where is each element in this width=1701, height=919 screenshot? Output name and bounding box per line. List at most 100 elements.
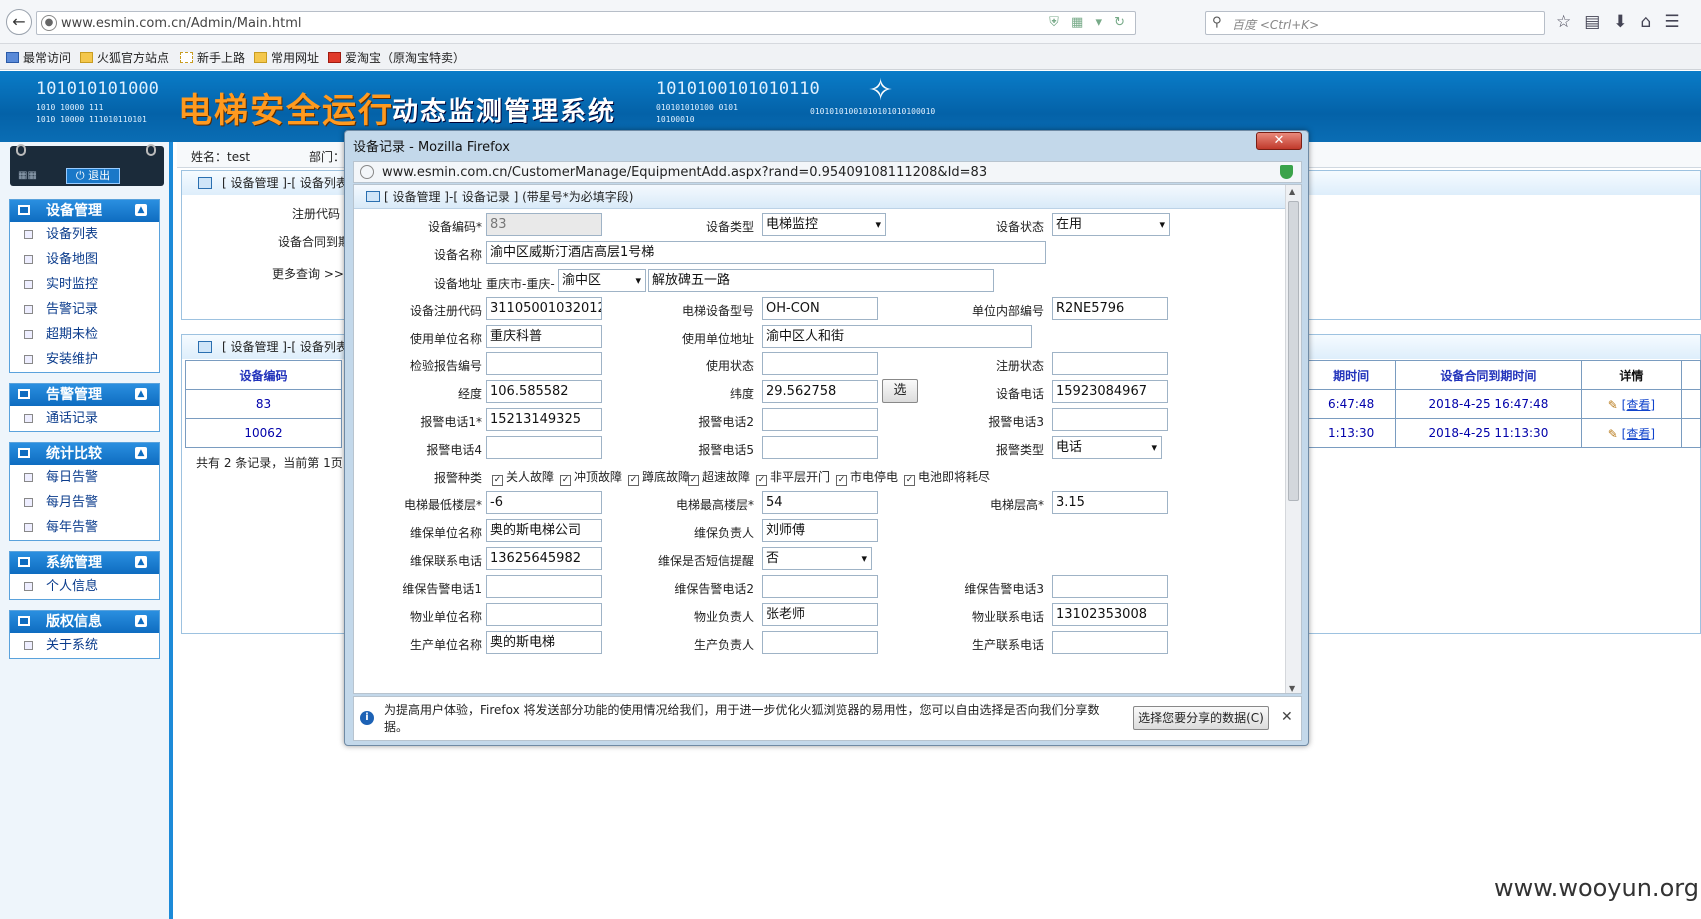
sidebar-item-install[interactable]: 安装维护 — [10, 347, 159, 372]
section-header[interactable]: 统计比较 ▲ — [10, 443, 159, 465]
item-icon — [24, 305, 33, 314]
section-header[interactable]: 设备管理 ▲ — [10, 200, 159, 222]
input-lat[interactable]: 29.562758 — [762, 380, 878, 403]
table-row-code[interactable]: 83 — [185, 389, 342, 419]
sidebar-item-call-record[interactable]: 通话记录 — [10, 406, 159, 431]
input-alarm3[interactable] — [1052, 408, 1168, 431]
label-max-floor: 电梯最高楼层* — [675, 498, 754, 512]
pick-location-button[interactable]: 选 — [882, 379, 918, 403]
col-code-header[interactable]: 设备编码 — [185, 360, 342, 390]
select-maint-sms[interactable]: 否 — [762, 547, 872, 570]
select-district[interactable]: 渝中区 — [558, 269, 646, 292]
input-maint-unit[interactable]: 奥的斯电梯公司 — [486, 519, 602, 542]
pencil-icon[interactable]: ✎ — [1608, 398, 1618, 412]
logout-button[interactable]: ⏻ 退出 — [66, 168, 120, 184]
input-reg-state[interactable] — [1052, 352, 1168, 375]
collapse-icon[interactable]: ▲ — [135, 556, 147, 568]
table-cell-empty — [1681, 389, 1701, 419]
more-query-link[interactable]: 更多查询 >> — [272, 265, 344, 282]
table-cell-contract: 2018-4-25 16:47:48 — [1395, 389, 1582, 419]
input-prod-phone[interactable] — [1052, 631, 1168, 654]
bookmark-common-sites[interactable]: 常用网址 — [254, 49, 319, 66]
input-maint-phone[interactable]: 13625645982 — [486, 547, 602, 570]
input-alarm1[interactable]: 15213149325 — [486, 408, 602, 431]
section-header[interactable]: 告警管理 ▲ — [10, 384, 159, 406]
select-type[interactable]: 电梯监控 — [762, 213, 886, 236]
sidebar-item-alarm-record[interactable]: 告警记录 — [10, 297, 159, 322]
view-link[interactable]: [查看] — [1622, 427, 1655, 441]
input-code[interactable]: 83 — [486, 213, 602, 236]
close-button[interactable]: ✕ — [1256, 132, 1302, 150]
checkbox-power[interactable]: ✓ 市电停电 — [836, 468, 898, 486]
table-row-code[interactable]: 10062 — [185, 418, 342, 448]
share-data-button[interactable]: 选择您要分享的数据(C) — [1133, 706, 1269, 730]
sidebar-item-device-map[interactable]: 设备地图 — [10, 247, 159, 272]
input-report-no[interactable] — [486, 352, 602, 375]
input-use-state[interactable] — [762, 352, 878, 375]
address-bar-icons[interactable]: ⛨ ▦ ▾ ↻ — [1049, 15, 1129, 30]
checkbox-battery[interactable]: ✓ 电池即将耗尽 — [904, 468, 990, 486]
sidebar-item-overdue[interactable]: 超期未检 — [10, 322, 159, 347]
input-max-floor[interactable]: 54 — [762, 491, 878, 514]
input-prop-phone[interactable]: 13102353008 — [1052, 603, 1168, 626]
select-state[interactable]: 在用 — [1052, 213, 1170, 236]
sidebar-item-realtime[interactable]: 实时监控 — [10, 272, 159, 297]
input-name[interactable]: 渝中区威斯汀酒店高层1号梯 — [486, 241, 1046, 264]
input-maint-a3[interactable] — [1052, 575, 1168, 598]
input-floor-h[interactable]: 3.15 — [1052, 491, 1168, 514]
scroll-up-icon[interactable]: ▲ — [1289, 187, 1295, 196]
collapse-icon[interactable]: ▲ — [135, 447, 147, 459]
sidebar-item-monthly[interactable]: 每月告警 — [10, 490, 159, 515]
input-lng[interactable]: 106.585582 — [486, 380, 602, 403]
section-header[interactable]: 系统管理 ▲ — [10, 552, 159, 574]
input-min-floor[interactable]: -6 — [486, 491, 602, 514]
input-prop-unit[interactable] — [486, 603, 602, 626]
input-dev-phone[interactable]: 15923084967 — [1052, 380, 1168, 403]
bookmark-aitaobao[interactable]: 爱淘宝（原淘宝特卖） — [328, 49, 465, 66]
checkbox-trapped[interactable]: ✓ 关人故障 — [492, 468, 554, 486]
input-inner[interactable]: R2NE5796 — [1052, 297, 1168, 320]
sidebar-item-device-list[interactable]: 设备列表 — [10, 222, 159, 247]
address-bar[interactable]: ● www.esmin.com.cn/Admin/Main.html ⛨ ▦ ▾… — [36, 11, 1136, 35]
input-maint-person[interactable]: 刘师傅 — [762, 519, 878, 542]
input-prop-person[interactable]: 张老师 — [762, 603, 878, 626]
input-alarm5[interactable] — [762, 436, 878, 459]
sidebar-item-daily[interactable]: 每日告警 — [10, 465, 159, 490]
collapse-icon[interactable]: ▲ — [135, 388, 147, 400]
input-prod-person[interactable] — [762, 631, 878, 654]
user-box: ▦▦ ⏻ 退出 — [10, 144, 164, 186]
bookmark-firefox-site[interactable]: 火狐官方站点 — [80, 49, 169, 66]
input-street[interactable]: 解放碑五一路 — [648, 269, 994, 292]
bookmark-getting-started[interactable]: 新手上路 — [180, 49, 245, 66]
input-user-addr[interactable]: 渝中区人和街 — [762, 325, 1032, 348]
input-prod-unit[interactable]: 奥的斯电梯 — [486, 631, 602, 654]
collapse-icon[interactable]: ▲ — [135, 204, 147, 216]
view-link[interactable]: [查看] — [1622, 398, 1655, 412]
input-user-unit[interactable]: 重庆科普 — [486, 325, 602, 348]
sidebar-item-yearly[interactable]: 每年告警 — [10, 515, 159, 540]
form-scrollbar[interactable]: ▲ ▼ — [1285, 185, 1301, 693]
input-regcode[interactable]: 311050010320121( — [486, 297, 602, 320]
scroll-down-icon[interactable]: ▼ — [1289, 684, 1295, 693]
input-alarm4[interactable] — [486, 436, 602, 459]
sidebar-item-about[interactable]: 关于系统 — [10, 633, 159, 658]
checkbox-overspeed[interactable]: ✓ 超速故障 — [688, 468, 750, 486]
pencil-icon[interactable]: ✎ — [1608, 427, 1618, 441]
select-alarm-type[interactable]: 电话 — [1052, 436, 1162, 459]
section-header[interactable]: 版权信息 ▲ — [10, 611, 159, 633]
scroll-thumb[interactable] — [1288, 201, 1299, 501]
checkbox-door[interactable]: ✓ 非平层开门 — [756, 468, 830, 486]
back-arrow-icon[interactable]: ← — [6, 9, 32, 35]
toolbar-icons[interactable]: ☆▤⬇⌂☰ — [1556, 12, 1693, 32]
bookmark-most-visited[interactable]: 最常访问 — [6, 49, 71, 66]
collapse-icon[interactable]: ▲ — [135, 615, 147, 627]
input-maint-a1[interactable] — [486, 575, 602, 598]
checkbox-bottom[interactable]: ✓ 蹲底故障 — [628, 468, 690, 486]
input-model[interactable]: OH-CON — [762, 297, 878, 320]
search-input[interactable]: ⚲ 百度 <Ctrl+K> — [1205, 11, 1545, 35]
input-alarm2[interactable] — [762, 408, 878, 431]
input-maint-a2[interactable] — [762, 575, 878, 598]
checkbox-overtop[interactable]: ✓ 冲顶故障 — [560, 468, 622, 486]
close-icon[interactable]: ✕ — [1281, 709, 1293, 725]
sidebar-item-profile[interactable]: 个人信息 — [10, 574, 159, 599]
